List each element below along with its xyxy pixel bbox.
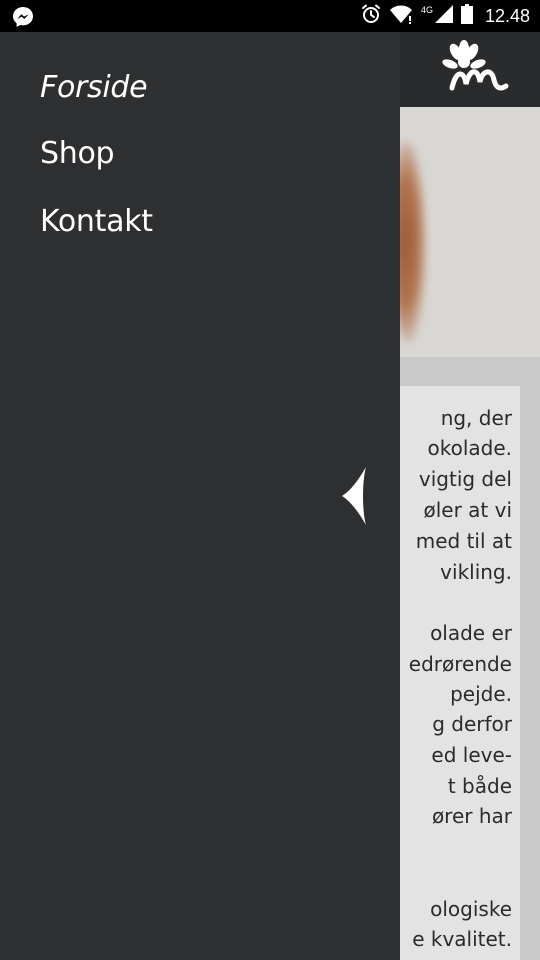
network-type-label: 4G (420, 5, 433, 15)
status-bar: 4G 12.48 (0, 0, 540, 32)
alarm-icon (361, 4, 381, 28)
messenger-icon (12, 6, 34, 32)
battery-icon (460, 4, 473, 28)
signal-icon (434, 5, 453, 27)
nav-item-forside[interactable]: Forside (40, 70, 148, 105)
nav-item-shop[interactable]: Shop (40, 136, 115, 171)
chevron-left-icon[interactable] (342, 467, 368, 525)
wifi-icon (389, 4, 413, 28)
navigation-drawer: Forside Shop Kontakt (0, 32, 400, 960)
flower-m-logo-icon[interactable] (434, 40, 514, 100)
clock: 12.48 (484, 5, 530, 26)
nav-item-kontakt[interactable]: Kontakt (40, 204, 153, 239)
